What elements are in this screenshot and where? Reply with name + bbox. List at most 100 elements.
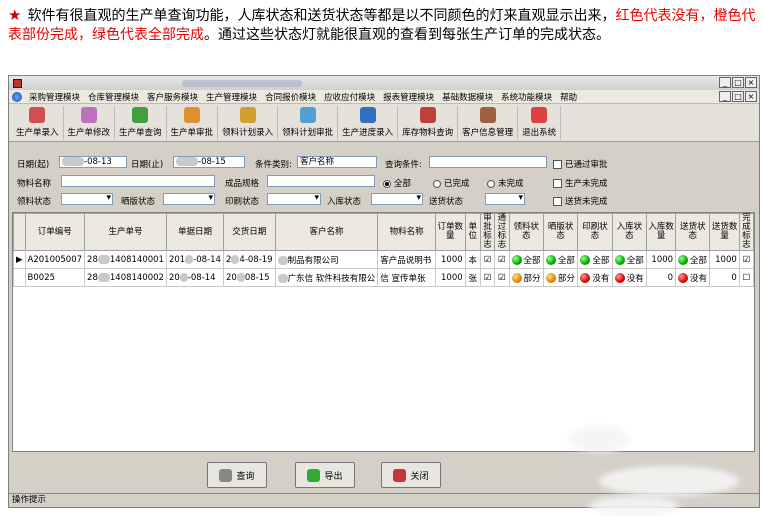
query-condition-input[interactable] — [429, 156, 547, 168]
cell-pass: ☑ — [494, 250, 510, 269]
col-header-0[interactable]: 订单编号 — [24, 213, 86, 251]
col-header-12[interactable]: 印刷状态 — [577, 213, 613, 251]
menu-reports[interactable]: 报表管理模块 — [379, 91, 438, 103]
menu-contract[interactable]: 合同报价模块 — [261, 91, 320, 103]
toolbar-btn-7[interactable]: 库存物料查询 — [398, 106, 459, 140]
cell-prod-no: 28 1408140002 — [84, 268, 167, 287]
print-status-select[interactable] — [267, 193, 321, 205]
cell-order-no: B0025 — [24, 268, 86, 287]
date-to-input[interactable]: -08-15 — [173, 156, 245, 168]
menu-warehouse[interactable]: 仓库管理模块 — [84, 91, 143, 103]
menu-app-icon — [12, 91, 22, 102]
inner-close-button[interactable]: × — [745, 91, 757, 102]
date-from-input[interactable]: -08-13 — [59, 156, 127, 168]
col-header-6[interactable]: 订单数量 — [434, 213, 466, 251]
plate-status-select[interactable] — [163, 193, 215, 205]
app-icon — [13, 78, 22, 88]
toolbar-btn-0[interactable]: 生产单录入 — [12, 106, 64, 140]
col-header-16[interactable]: 送货数量 — [709, 213, 740, 251]
col-header-8[interactable]: 审批标志 — [479, 213, 496, 251]
plate-status-label: 晒版状态 — [121, 197, 156, 207]
toolbar-btn-6[interactable]: 生产进度录入 — [338, 106, 399, 140]
exit-icon — [531, 107, 548, 123]
status-light-icon — [614, 273, 625, 283]
cell-deliv-status: 没有 — [675, 268, 711, 287]
col-header-10[interactable]: 领料状态 — [508, 213, 544, 251]
toolbar-btn-3[interactable]: 生产单审批 — [167, 106, 219, 140]
cell-stockin-qty: 1000 — [646, 250, 677, 269]
toolbar-label: 领料计划审批 — [282, 128, 334, 138]
material-name-input[interactable] — [61, 175, 215, 187]
toolbar-btn-5[interactable]: 领料计划审批 — [278, 106, 339, 140]
status-light-icon — [614, 255, 625, 265]
star-icon: ★ — [8, 6, 22, 24]
radio-done[interactable]: 已完成 — [433, 177, 470, 189]
query-button[interactable]: 查询 — [207, 462, 267, 488]
customer-icon — [479, 107, 496, 123]
col-header-4[interactable]: 客户名称 — [274, 213, 379, 251]
cell-deliv-qty: 1000 — [709, 250, 740, 269]
col-header-15[interactable]: 送货状态 — [675, 213, 711, 251]
cell-done: ☑ — [738, 250, 754, 269]
material-status-select[interactable] — [61, 193, 113, 205]
minimize-button[interactable]: _ — [719, 77, 731, 88]
col-header-13[interactable]: 入库状态 — [611, 213, 648, 251]
cell-print-status: 没有 — [577, 268, 613, 287]
menu-production[interactable]: 生产管理模块 — [202, 91, 261, 103]
cell-approve: ☑ — [479, 268, 496, 287]
menu-customer-service[interactable]: 客户服务模块 — [143, 91, 202, 103]
col-header-17[interactable]: 完成标志 — [738, 213, 754, 251]
col-header-3[interactable]: 交货日期 — [222, 213, 276, 251]
inventory-icon — [419, 107, 436, 123]
export-button[interactable]: 导出 — [295, 462, 355, 488]
menu-help[interactable]: 帮助 — [556, 91, 581, 103]
toolbar-btn-9[interactable]: 退出系统 — [518, 106, 562, 140]
col-header-1[interactable]: 生产单号 — [84, 213, 167, 251]
close-button[interactable]: 关闭 — [381, 462, 441, 488]
orders-grid: 订单编号 生产单号 单据日期 交货日期 客户名称 物料名称 订单数量 单位 审批标志 通过标志 领料… — [12, 212, 755, 452]
toolbar-btn-8[interactable]: 客户信息管理 — [458, 106, 519, 140]
toolbar-btn-2[interactable]: 生产单查询 — [115, 106, 167, 140]
condition-type-select[interactable]: 客户名称 — [297, 156, 377, 168]
col-header-5[interactable]: 物料名称 — [377, 213, 436, 251]
cell-stockin-qty: 0 — [646, 268, 677, 287]
toolbar-label: 领料计划录入 — [222, 128, 274, 138]
inner-restore-button[interactable]: □ — [732, 91, 744, 102]
row-indicator — [13, 268, 26, 287]
close-window-button[interactable]: × — [745, 77, 757, 88]
toolbar-btn-4[interactable]: 领料计划录入 — [218, 106, 279, 140]
toolbar-label: 生产单审批 — [170, 128, 214, 138]
radio-undone[interactable]: 未完成 — [487, 177, 524, 189]
delivery-undone-checkbox[interactable]: 送货未完成 — [553, 195, 608, 207]
status-light-icon — [580, 255, 591, 265]
table-row[interactable]: B0025 28 1408140002 20 -08-14 20 08-15 广东信 软件科技… — [13, 268, 754, 287]
approved-checkbox[interactable]: 已通过审批 — [553, 158, 608, 170]
menu-base-data[interactable]: 基础数据模块 — [438, 91, 497, 103]
orders-table: 订单编号 生产单号 单据日期 交货日期 客户名称 物料名称 订单数量 单位 审批标志 通过标志 领料… — [13, 213, 754, 287]
status-light-icon — [511, 255, 522, 265]
table-row[interactable]: ▶ A201005007 28 1408140001 201 -08-14 2 4-08-19… — [13, 250, 754, 269]
col-header-9[interactable]: 通过标志 — [494, 213, 510, 251]
col-header-11[interactable]: 晒版状态 — [542, 213, 579, 251]
intro-text: ★ 软件有很直观的生产单查询功能，人库状态和送货状态等都是以不同颜色的灯来直观显示… — [8, 6, 758, 45]
toolbar-btn-1[interactable]: 生产单修改 — [64, 106, 116, 140]
radio-done-icon — [433, 179, 441, 188]
menu-system[interactable]: 系统功能模块 — [497, 91, 556, 103]
status-light-icon — [545, 255, 556, 265]
col-header-2[interactable]: 单据日期 — [165, 213, 224, 251]
col-header-7[interactable]: 单位 — [464, 213, 481, 251]
menu-purchase[interactable]: 采购管理模块 — [25, 91, 84, 103]
col-header-14[interactable]: 入库数量 — [646, 213, 677, 251]
title-bar: _ □ × — [9, 76, 759, 90]
row-indicator-header — [13, 213, 26, 251]
maximize-button[interactable]: □ — [732, 77, 744, 88]
stock-in-status-select[interactable] — [371, 193, 423, 205]
product-spec-input[interactable] — [267, 175, 375, 187]
menu-ar-ap[interactable]: 应收应付模块 — [320, 91, 379, 103]
delivery-status-select[interactable] — [485, 193, 525, 205]
radio-all[interactable]: 全部 — [383, 177, 411, 189]
prod-undone-checkbox[interactable]: 生产未完成 — [553, 177, 608, 189]
status-light-icon — [511, 273, 522, 283]
inner-minimize-button[interactable]: _ — [719, 91, 731, 102]
cell-doc-date: 201 -08-14 — [165, 250, 224, 269]
